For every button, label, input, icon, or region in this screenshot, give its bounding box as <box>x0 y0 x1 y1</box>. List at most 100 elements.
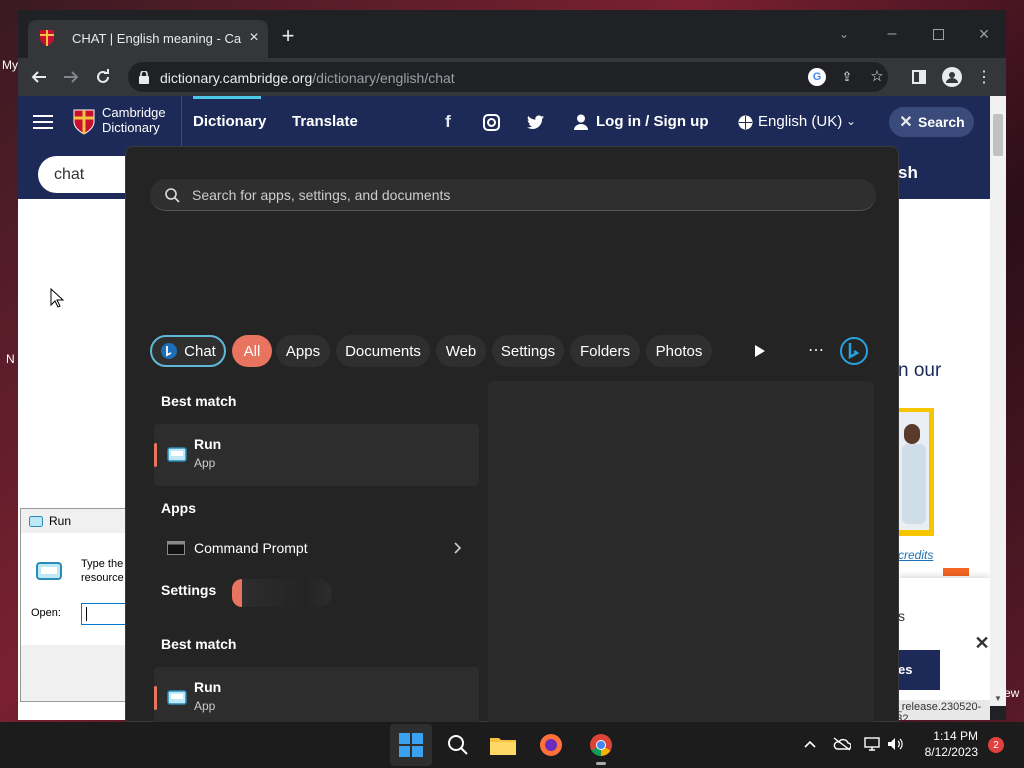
promo-image-frame <box>898 408 934 536</box>
clock-date[interactable]: 8/12/2023 <box>920 745 978 759</box>
scrollbar-thumb[interactable] <box>993 114 1003 156</box>
network-icon[interactable] <box>863 735 881 753</box>
dictionary-select-partial[interactable]: sh <box>898 163 918 183</box>
filter-folders[interactable]: Folders <box>570 335 640 367</box>
start-button[interactable] <box>390 724 432 766</box>
desktop-icon-label[interactable]: N <box>6 352 15 366</box>
result-run-name-2: Run <box>194 679 222 695</box>
filter-all[interactable]: All <box>232 335 272 367</box>
filter-apps[interactable]: Apps <box>276 335 330 367</box>
bookmark-star-icon[interactable]: ☆ <box>868 67 886 85</box>
user-icon[interactable] <box>573 113 589 131</box>
cambridge-logo-icon[interactable] <box>72 108 96 136</box>
google-lens-icon[interactable]: G <box>808 68 826 86</box>
result-run-type: App <box>194 456 216 470</box>
start-search-box[interactable]: Search for apps, settings, and documents <box>150 179 876 211</box>
cookie-accept-button[interactable]: es <box>898 650 940 690</box>
login-signup-link[interactable]: Log in / Sign up <box>596 113 708 130</box>
run-large-icon <box>35 561 63 581</box>
play-more-filters-icon[interactable] <box>752 343 768 359</box>
facebook-icon[interactable]: f <box>438 112 458 132</box>
close-window-icon[interactable]: × <box>974 24 994 44</box>
taskbar-search-icon[interactable] <box>446 733 470 757</box>
profile-avatar-icon[interactable] <box>942 67 962 87</box>
twitter-icon[interactable] <box>525 112 545 132</box>
run-open-input[interactable] <box>81 603 129 625</box>
instagram-icon[interactable] <box>481 112 501 132</box>
credits-link[interactable]: credits <box>898 548 933 562</box>
filter-documents-label: Documents <box>345 342 421 360</box>
result-run-name: Run <box>194 436 222 452</box>
person-head <box>904 424 920 444</box>
filter-documents[interactable]: Documents <box>336 335 430 367</box>
more-options-icon[interactable]: ⋯ <box>806 341 826 359</box>
taskbar: 1:14 PM 8/12/2023 2 <box>0 722 1024 768</box>
filter-settings[interactable]: Settings <box>492 335 564 367</box>
volume-icon[interactable] <box>886 735 904 753</box>
chevron-down-icon[interactable]: ⌄ <box>844 112 858 130</box>
windows-logo-icon <box>399 733 423 757</box>
clock-time[interactable]: 1:14 PM <box>932 729 978 743</box>
chevron-right-icon[interactable] <box>452 540 464 556</box>
nav-translate[interactable]: Translate <box>292 113 358 130</box>
close-x-icon: ✕ <box>899 114 913 131</box>
url-text: dictionary.cambridge.org/dictionary/engl… <box>160 70 455 86</box>
filter-photos[interactable]: Photos <box>646 335 712 367</box>
globe-icon[interactable] <box>737 113 753 131</box>
close-tab-icon[interactable]: × <box>246 29 262 46</box>
scroll-down-arrow-icon[interactable]: ▼ <box>994 694 1002 703</box>
filter-chat[interactable]: Chat <box>150 335 226 367</box>
search-toggle-button[interactable]: ✕ Search <box>889 107 974 137</box>
filter-web[interactable]: Web <box>436 335 486 367</box>
header-divider <box>181 96 182 149</box>
filter-apps-label: Apps <box>285 342 321 360</box>
minimize-icon[interactable]: – <box>882 24 902 44</box>
filter-folders-label: Folders <box>579 342 631 360</box>
cookie-accept-label-partial: es <box>898 662 913 677</box>
show-hidden-icons-icon[interactable] <box>802 736 818 752</box>
result-run-app[interactable]: Run App <box>154 424 479 486</box>
tab-strip: CHAT | English meaning - Cambridge × + ⌄… <box>18 10 1006 58</box>
side-panel-icon[interactable] <box>910 68 928 86</box>
cambridge-logo-text[interactable]: Cambridge Dictionary <box>102 105 166 135</box>
chrome-icon[interactable] <box>588 732 614 758</box>
cookie-close-icon[interactable]: ✕ <box>974 633 990 653</box>
run-desc-line1: Type the <box>81 558 124 570</box>
language-selector[interactable]: English (UK) <box>758 113 842 130</box>
onedrive-offline-icon[interactable] <box>832 735 852 753</box>
desktop-icon-label[interactable]: My <box>2 58 18 72</box>
result-preview-pane <box>488 381 874 723</box>
nav-dictionary[interactable]: Dictionary <box>193 113 266 130</box>
firefox-icon[interactable] <box>538 732 564 758</box>
run-dialog: Run Type the resource Open: <box>20 508 130 702</box>
loading-indicator <box>232 579 242 607</box>
tab-search-icon[interactable]: ⌄ <box>834 24 854 44</box>
result-run-app-2[interactable]: Run App <box>154 667 479 729</box>
file-explorer-icon[interactable] <box>490 733 516 757</box>
notification-badge[interactable]: 2 <box>988 737 1004 753</box>
page-scrollbar[interactable]: ▼ <box>990 96 1006 706</box>
reload-icon[interactable] <box>92 66 114 88</box>
maximize-icon[interactable] <box>928 24 948 44</box>
section-settings: Settings <box>161 582 217 598</box>
search-button-label: Search <box>918 114 965 130</box>
bing-icon[interactable] <box>838 335 870 367</box>
tab-title: CHAT | English meaning - Cambridge <box>72 31 242 46</box>
address-bar[interactable]: dictionary.cambridge.org/dictionary/engl… <box>128 62 888 92</box>
promo-heading-partial: n our <box>898 360 942 381</box>
result-command-prompt[interactable]: Command Prompt <box>154 531 479 565</box>
url-path: /dictionary/english/chat <box>312 70 455 86</box>
filter-web-label: Web <box>445 342 477 360</box>
share-icon[interactable]: ⇪ <box>838 68 856 86</box>
forward-icon[interactable] <box>60 66 82 88</box>
run-app-icon <box>166 446 188 462</box>
hamburger-menu-icon[interactable] <box>32 112 54 132</box>
back-icon[interactable] <box>28 66 50 88</box>
lock-icon[interactable] <box>138 70 150 84</box>
browser-tab[interactable]: CHAT | English meaning - Cambridge × <box>28 20 268 58</box>
run-dialog-body: Type the resource Open: <box>21 533 129 645</box>
url-host: dictionary.cambridge.org <box>160 70 313 86</box>
chrome-menu-icon[interactable]: ⋮ <box>976 67 992 87</box>
start-menu: Search for apps, settings, and documents… <box>125 146 899 729</box>
new-tab-icon[interactable]: + <box>278 23 298 48</box>
